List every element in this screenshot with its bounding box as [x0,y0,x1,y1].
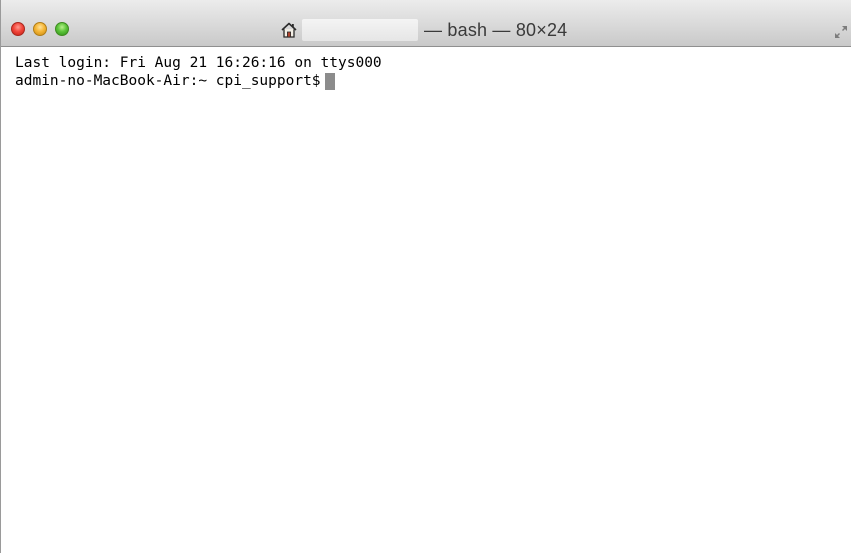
redacted-folder-name [302,19,418,41]
terminal-line-last-login: Last login: Fri Aug 21 16:26:16 on ttys0… [15,55,382,71]
title-bar[interactable]: — bash — 80×24 [1,0,851,47]
window-title-area: — bash — 80×24 [280,19,567,41]
shell-prompt: admin-no-MacBook-Air:~ cpi_support$ [15,73,321,89]
terminal-window: — bash — 80×24 Last login: Fri Aug 21 16… [0,0,851,553]
fullscreen-arrows-icon[interactable] [833,24,849,40]
terminal-content[interactable]: Last login: Fri Aug 21 16:26:16 on ttys0… [15,54,851,553]
home-icon [281,22,297,38]
zoom-button[interactable] [55,22,69,36]
terminal-line-prompt: admin-no-MacBook-Air:~ cpi_support$ [15,72,851,90]
block-cursor [324,73,335,90]
window-title: — bash — 80×24 [424,19,568,40]
close-button[interactable] [11,22,25,36]
minimize-button[interactable] [33,22,47,36]
